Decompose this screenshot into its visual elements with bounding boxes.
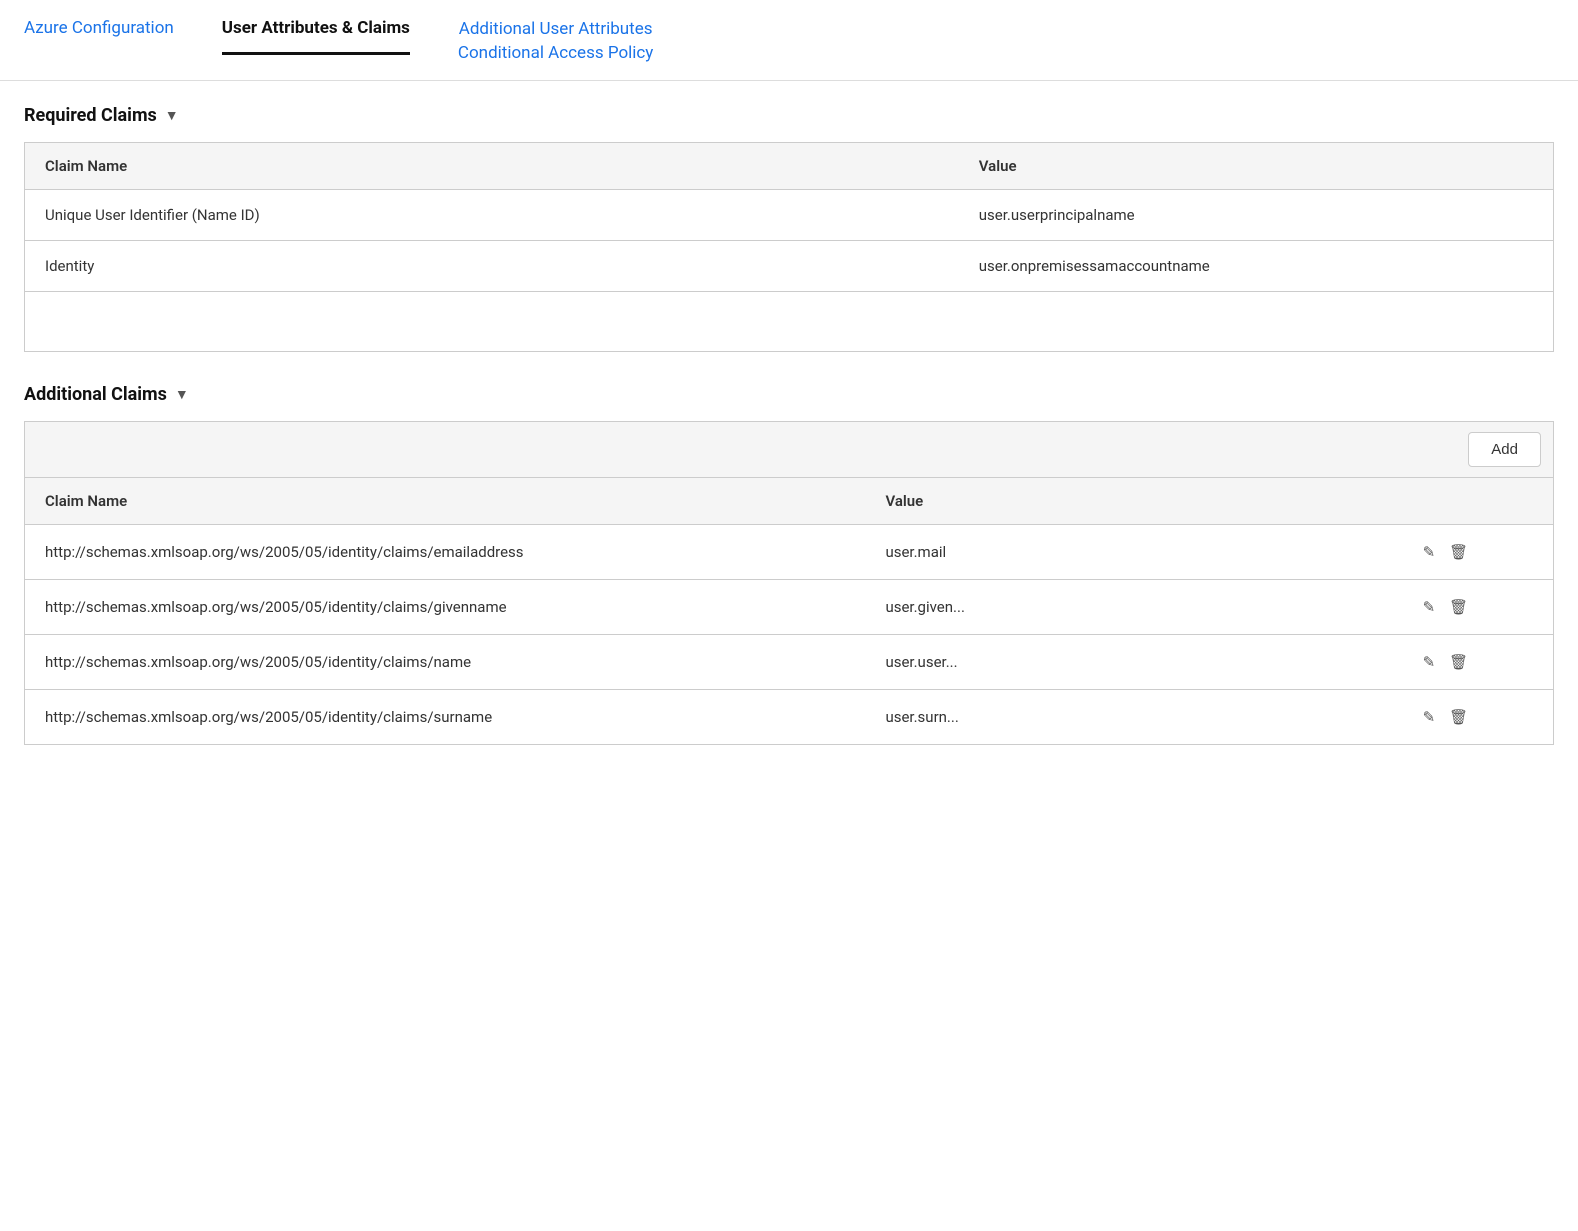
additional-claims-chevron-icon: ▼ [175,386,189,403]
table-row: Identity user.onpremisessamaccountname [25,240,1553,291]
delete-icon[interactable]: 🗑 [1447,596,1470,618]
tab-group-additional[interactable]: Additional User Attributes Conditional A… [458,18,653,80]
required-claims-header-row: Claim Name Value [25,143,1553,190]
delete-icon[interactable]: 🗑 [1447,541,1470,563]
required-claims-table-wrapper: Claim Name Value Unique User Identifier … [24,142,1554,353]
additional-claim-name-1: http://schemas.xmlsoap.org/ws/2005/05/id… [25,580,866,635]
table-row-empty [25,291,1553,351]
tab-additional-user-attributes[interactable]: Additional User Attributes [459,18,653,42]
delete-icon[interactable]: 🗑 [1447,706,1470,728]
additional-claims-label: Additional Claims [24,384,167,405]
additional-claims-header-row: Claim Name Value [25,478,1554,525]
required-claim-name-1: Identity [25,240,959,291]
additional-claim-value-1: user.given... [865,580,1400,635]
required-claims-table: Claim Name Value Unique User Identifier … [25,143,1553,352]
additional-claim-actions-2: ✎ 🗑 [1401,635,1554,690]
add-claim-button[interactable]: Add [1468,432,1541,467]
additional-claim-name-0: http://schemas.xmlsoap.org/ws/2005/05/id… [25,525,866,580]
table-row: http://schemas.xmlsoap.org/ws/2005/05/id… [25,690,1554,745]
required-col-claim-name: Claim Name [25,143,959,190]
additional-claims-heading[interactable]: Additional Claims ▼ [24,384,1554,405]
delete-icon[interactable]: 🗑 [1447,651,1470,673]
table-row: http://schemas.xmlsoap.org/ws/2005/05/id… [25,525,1554,580]
tab-user-attributes-claims[interactable]: User Attributes & Claims [222,18,410,55]
nav-header: Azure Configuration User Attributes & Cl… [0,0,1578,81]
additional-claim-actions-3: ✎ 🗑 [1401,690,1554,745]
required-claims-chevron-icon: ▼ [165,107,179,124]
additional-claims-table: Claim Name Value http://schemas.xmlsoap.… [24,477,1554,745]
table-row: http://schemas.xmlsoap.org/ws/2005/05/id… [25,580,1554,635]
additional-claim-actions-1: ✎ 🗑 [1401,580,1554,635]
additional-claim-value-2: user.user... [865,635,1400,690]
edit-icon[interactable]: ✎ [1421,651,1438,673]
additional-col-value: Value [865,478,1400,525]
table-row: Unique User Identifier (Name ID) user.us… [25,189,1553,240]
required-claims-heading[interactable]: Required Claims ▼ [24,105,1554,126]
additional-claim-value-0: user.mail [865,525,1400,580]
additional-col-claim-name: Claim Name [25,478,866,525]
additional-claim-name-2: http://schemas.xmlsoap.org/ws/2005/05/id… [25,635,866,690]
edit-icon[interactable]: ✎ [1421,706,1438,728]
edit-icon[interactable]: ✎ [1421,596,1438,618]
required-claim-name-0: Unique User Identifier (Name ID) [25,189,959,240]
required-col-value: Value [959,143,1553,190]
tab-azure-configuration[interactable]: Azure Configuration [24,18,174,52]
table-row: http://schemas.xmlsoap.org/ws/2005/05/id… [25,635,1554,690]
additional-claims-toolbar: Add [24,421,1554,477]
required-claims-label: Required Claims [24,105,157,126]
additional-claim-value-3: user.surn... [865,690,1400,745]
tab-conditional-access-policy[interactable]: Conditional Access Policy [458,42,653,66]
main-content: Required Claims ▼ Claim Name Value Uniqu… [0,81,1578,802]
additional-col-actions [1401,478,1554,525]
required-claim-value-1: user.onpremisessamaccountname [959,240,1553,291]
edit-icon[interactable]: ✎ [1421,541,1438,563]
additional-claim-name-3: http://schemas.xmlsoap.org/ws/2005/05/id… [25,690,866,745]
required-claim-value-0: user.userprincipalname [959,189,1553,240]
additional-claim-actions-0: ✎ 🗑 [1401,525,1554,580]
